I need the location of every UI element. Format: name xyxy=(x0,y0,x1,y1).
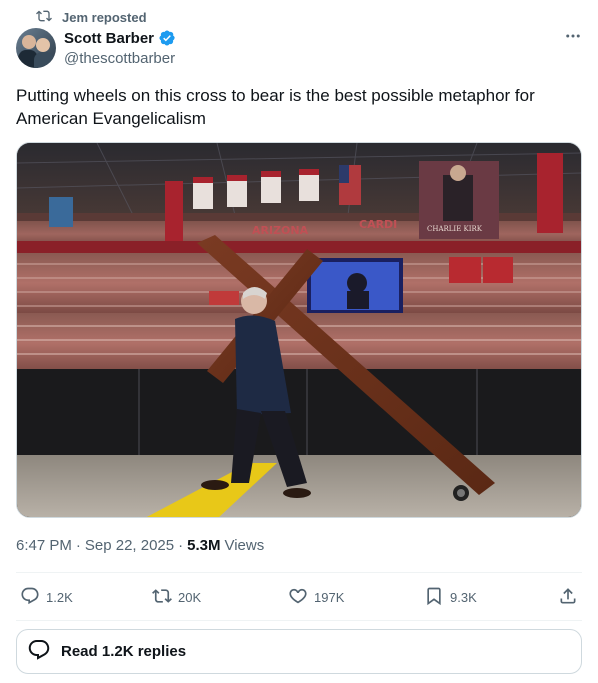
read-replies-label: Read 1.2K replies xyxy=(61,643,187,660)
tweet-photo[interactable]: ARIZONA CARDI CHARLIE KIRK xyxy=(16,142,582,518)
author-display-name[interactable]: Scott Barber xyxy=(64,30,154,47)
action-bar: 1.2K 20K 197K 9.3K xyxy=(16,586,582,610)
like-count: 197K xyxy=(314,590,345,605)
reply-icon xyxy=(20,586,40,609)
like-button[interactable]: 197K xyxy=(288,586,344,609)
more-options-button[interactable] xyxy=(562,28,584,48)
tweet-text: Putting wheels on this cross to bear is … xyxy=(16,86,535,128)
repost-icon xyxy=(36,8,52,27)
meta-separator-2: · xyxy=(178,537,184,554)
photo-illustration: ARIZONA CARDI CHARLIE KIRK xyxy=(17,143,581,517)
reply-count: 1.2K xyxy=(46,590,73,605)
repost-indicator[interactable]: Jem reposted xyxy=(36,8,147,26)
divider xyxy=(16,620,582,621)
poster-name-text: CHARLIE KIRK xyxy=(427,225,483,233)
share-button[interactable] xyxy=(558,586,578,609)
bookmark-icon xyxy=(424,586,444,609)
repost-count: 20K xyxy=(178,590,202,605)
chat-bubble-icon xyxy=(27,638,51,666)
more-dots-icon xyxy=(564,27,582,50)
views-label: Views xyxy=(224,537,265,554)
verified-badge-icon[interactable] xyxy=(158,29,176,47)
bookmark-count: 9.3K xyxy=(450,590,477,605)
repost-action-icon xyxy=(152,586,172,609)
heart-icon xyxy=(288,586,308,609)
tweet-meta: 6:47 PM · Sep 22, 2025 · 5.3M Views xyxy=(16,537,264,554)
tweet-time[interactable]: 6:47 PM xyxy=(16,537,72,554)
banner-text-left: ARIZONA xyxy=(252,224,309,237)
reply-button[interactable]: 1.2K xyxy=(20,586,73,609)
read-replies-button[interactable]: Read 1.2K replies xyxy=(16,629,582,674)
share-icon xyxy=(558,586,578,609)
avatar[interactable] xyxy=(16,28,56,68)
banner-text-right: CARDI xyxy=(359,218,397,231)
meta-separator-1: · xyxy=(75,537,81,554)
author-name-row[interactable]: Scott Barber xyxy=(64,29,176,47)
bookmark-button[interactable]: 9.3K xyxy=(424,586,477,609)
author-handle[interactable]: @thescottbarber xyxy=(64,50,175,67)
repost-label: Jem reposted xyxy=(62,9,147,25)
tweet-date[interactable]: Sep 22, 2025 xyxy=(85,537,174,554)
divider xyxy=(16,572,582,573)
views-count: 5.3M xyxy=(187,537,221,554)
repost-button[interactable]: 20K xyxy=(152,586,201,609)
